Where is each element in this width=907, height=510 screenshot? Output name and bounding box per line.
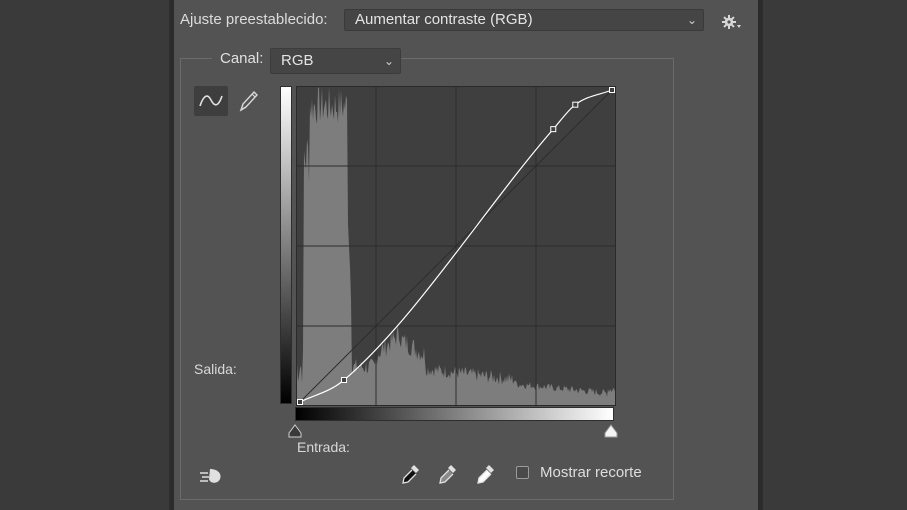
channel-value: RGB [281,52,314,69]
curve-control-point[interactable] [550,126,557,133]
input-label: Entrada: [297,439,350,455]
eyedropper-black-icon[interactable] [400,462,422,486]
panel-edge-right [758,0,762,510]
gear-icon[interactable] [720,12,742,32]
curve-control-point[interactable] [609,87,615,93]
eyedropper-white-icon[interactable] [475,462,497,486]
black-point-slider[interactable] [288,424,302,438]
curve-control-point[interactable] [572,101,579,108]
channel-label: Canal: [212,50,272,67]
curve-graph[interactable] [296,86,616,406]
output-gradient-bar [280,86,292,404]
output-label: Salida: [194,361,237,377]
curve-control-point[interactable] [341,376,348,383]
input-gradient-bar [295,407,614,421]
preset-value: Aumentar contraste (RGB) [355,11,533,28]
show-clipping-checkbox[interactable] [516,466,529,479]
chevron-down-icon: ⌄ [383,54,394,68]
curve-control-point[interactable] [297,399,303,405]
pencil-icon[interactable] [236,88,260,114]
white-point-slider[interactable] [604,424,618,438]
eyedropper-gray-icon[interactable] [437,462,459,486]
preset-dropdown[interactable]: Aumentar contraste (RGB) ⌄ [344,9,704,31]
smooth-curve-icon[interactable] [198,466,224,486]
channel-dropdown[interactable]: RGB ⌄ [270,48,401,74]
preset-label: Ajuste preestablecido: [180,11,328,28]
show-clipping-label: Mostrar recorte [540,464,642,481]
panel-edge-left [171,0,174,510]
chevron-down-icon: ⌄ [686,13,697,27]
curve-tool-icon [199,95,223,107]
curve-tool-button[interactable] [194,86,228,116]
